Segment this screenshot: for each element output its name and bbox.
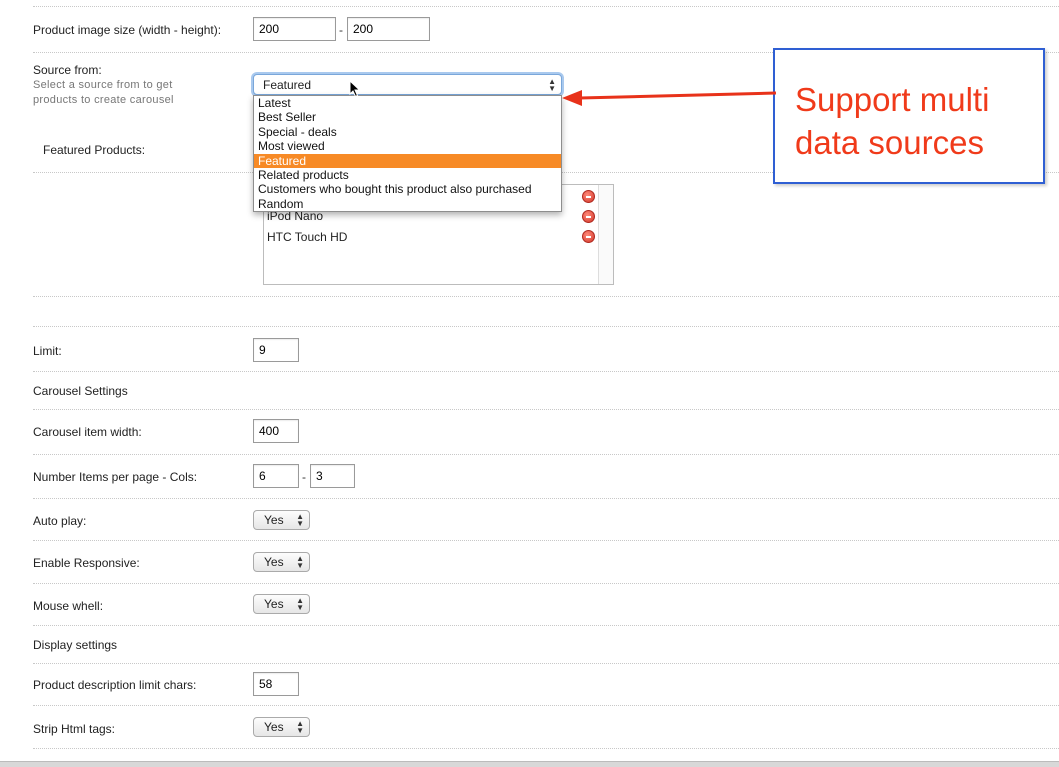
desc-limit-label: Product description limit chars:: [33, 678, 197, 692]
source-hint-line2: products to create carousel: [33, 94, 174, 106]
carousel-settings-heading: Carousel Settings: [33, 384, 128, 398]
dash-separator: -: [302, 470, 306, 484]
image-size-label: Product image size (width - height):: [33, 23, 222, 37]
separator: [33, 748, 1059, 749]
separator: [33, 540, 1059, 541]
limit-input[interactable]: [253, 338, 299, 362]
auto-play-select[interactable]: Yes ▲ ▼: [253, 510, 310, 530]
dropdown-option[interactable]: Special - deals: [254, 125, 561, 139]
separator: [33, 625, 1059, 626]
image-width-input[interactable]: [253, 17, 336, 41]
auto-play-value: Yes: [264, 513, 284, 527]
dropdown-option[interactable]: Customers who bought this product also p…: [254, 182, 561, 196]
mouse-wheel-label: Mouse whell:: [33, 599, 104, 613]
image-height-input[interactable]: [347, 17, 430, 41]
separator: [33, 583, 1059, 584]
item-width-label: Carousel item width:: [33, 425, 142, 439]
select-arrows-icon: ▲ ▼: [296, 596, 304, 612]
select-arrows-icon: ▲ ▼: [296, 554, 304, 570]
callout-arrow-icon: [562, 90, 777, 106]
cols-input[interactable]: [310, 464, 355, 488]
source-selected-value: Featured: [263, 78, 312, 92]
dropdown-option[interactable]: Random: [254, 197, 561, 211]
separator: [33, 409, 1059, 410]
source-hint-line1: Select a source from to get: [33, 79, 173, 91]
mouse-cursor-icon: [349, 80, 361, 98]
items-per-page-label: Number Items per page - Cols:: [33, 470, 198, 484]
featured-products-label: Featured Products:: [43, 143, 146, 157]
dash-separator: -: [339, 23, 343, 37]
list-scrollbar[interactable]: [598, 185, 613, 284]
display-settings-heading: Display settings: [33, 638, 118, 652]
responsive-value: Yes: [264, 555, 284, 569]
separator: [33, 498, 1059, 499]
responsive-select[interactable]: Yes ▲ ▼: [253, 552, 310, 572]
callout-line1: Support multi: [795, 81, 990, 118]
list-item: HTC Touch HD: [267, 230, 348, 244]
remove-icon[interactable]: [582, 230, 595, 243]
dropdown-option[interactable]: Best Seller: [254, 110, 561, 124]
strip-html-select[interactable]: Yes ▲ ▼: [253, 717, 310, 737]
callout-box: Support multi data sources: [773, 48, 1045, 184]
callout-line2: data sources: [795, 124, 984, 161]
limit-label: Limit:: [33, 344, 62, 358]
dropdown-option[interactable]: Related products: [254, 168, 561, 182]
item-width-input[interactable]: [253, 419, 299, 443]
separator: [33, 454, 1059, 455]
source-dropdown-list[interactable]: Latest Best Seller Special - deals Most vie…: [253, 95, 562, 212]
responsive-label: Enable Responsive:: [33, 556, 140, 570]
dropdown-option[interactable]: Latest: [254, 96, 561, 110]
remove-icon[interactable]: [582, 210, 595, 223]
separator: [33, 663, 1059, 664]
separator: [33, 6, 1059, 7]
window-bottom-edge: [0, 761, 1059, 767]
mouse-wheel-value: Yes: [264, 597, 284, 611]
mouse-wheel-select[interactable]: Yes ▲ ▼: [253, 594, 310, 614]
remove-icon[interactable]: [582, 190, 595, 203]
auto-play-label: Auto play:: [33, 514, 87, 528]
items-per-page-input[interactable]: [253, 464, 299, 488]
source-select[interactable]: Featured ▲ ▼: [253, 74, 562, 95]
separator: [33, 296, 1059, 297]
dropdown-option[interactable]: Featured: [254, 153, 561, 168]
dropdown-option[interactable]: Most viewed: [254, 139, 561, 153]
source-label: Source from:: [33, 63, 102, 77]
select-arrows-icon: ▲ ▼: [296, 512, 304, 528]
strip-html-value: Yes: [264, 720, 284, 734]
strip-html-label: Strip Html tags:: [33, 722, 116, 736]
separator: [33, 371, 1059, 372]
separator: [33, 326, 1059, 327]
desc-limit-input[interactable]: [253, 672, 299, 696]
select-arrows-icon: ▲ ▼: [296, 719, 304, 735]
select-arrows-icon: ▲ ▼: [548, 77, 556, 93]
separator: [33, 705, 1059, 706]
